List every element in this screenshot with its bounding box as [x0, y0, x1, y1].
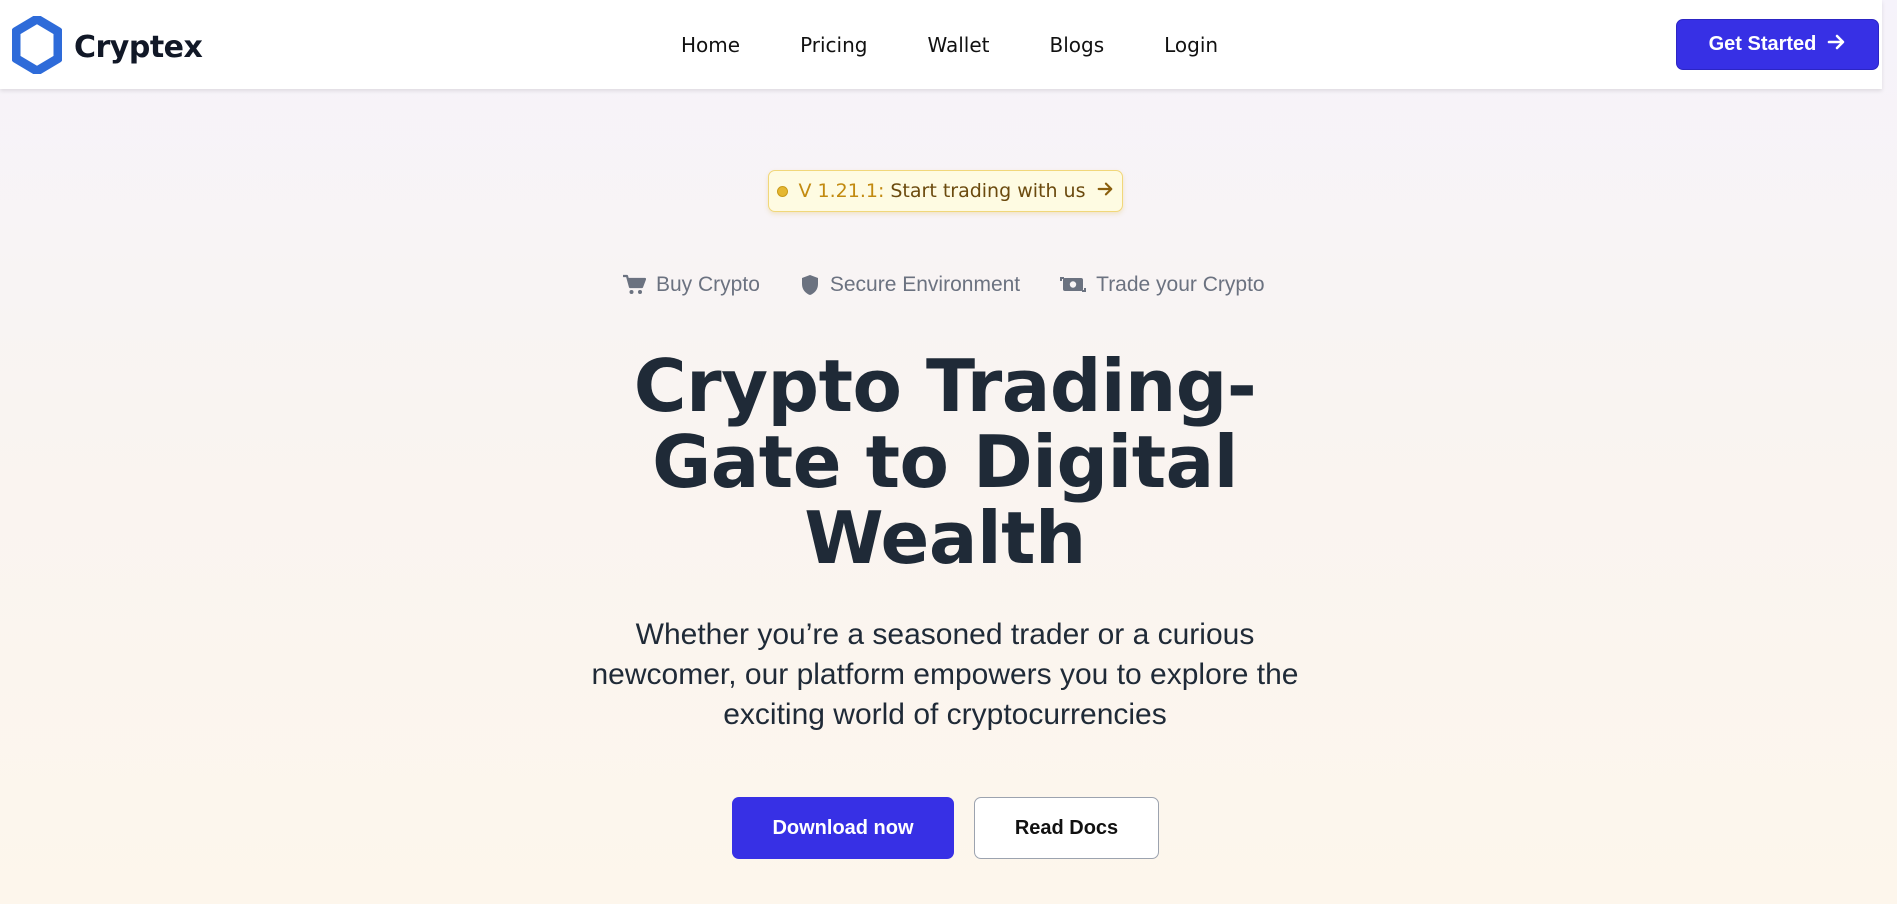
feature-trade-crypto: Trade your Crypto: [1060, 273, 1265, 297]
headline-line: Crypto Trading-: [633, 344, 1257, 428]
brand-name: Cryptex: [74, 30, 203, 65]
nav-wallet[interactable]: Wallet: [927, 30, 989, 60]
description-line: newcomer, our platform empowers you to e…: [591, 658, 1299, 691]
read-docs-button[interactable]: Read Docs: [974, 797, 1159, 859]
version-text: V 1.21.1:: [798, 180, 885, 202]
feature-label: Buy Crypto: [656, 273, 760, 296]
hexagon-logo-icon: [11, 14, 63, 79]
cart-icon: [622, 274, 646, 296]
headline-line: Wealth: [804, 496, 1086, 580]
get-started-label: Get Started: [1708, 33, 1817, 55]
version-badge[interactable]: V 1.21.1: Start trading with us: [768, 170, 1123, 212]
shield-icon: [800, 274, 820, 296]
feature-buy-crypto: Buy Crypto: [622, 273, 760, 297]
nav-pricing[interactable]: Pricing: [800, 30, 867, 60]
money-exchange-icon: [1060, 274, 1087, 296]
feature-list: Buy Crypto Secure Environment Trade your…: [622, 273, 1265, 297]
status-dot-icon: [777, 185, 789, 197]
nav-home[interactable]: Home: [681, 30, 740, 60]
feature-secure-environment: Secure Environment: [800, 273, 1020, 297]
nav-blogs[interactable]: Blogs: [1050, 30, 1105, 60]
hero-description: Whether you’re a seasoned trader or a cu…: [540, 615, 1350, 735]
main-nav: Home Pricing Wallet Blogs Login: [681, 30, 1218, 60]
nav-login[interactable]: Login: [1164, 30, 1218, 60]
feature-label: Secure Environment: [829, 273, 1021, 296]
description-line: Whether you’re a seasoned trader or a cu…: [635, 618, 1255, 651]
brand-logo[interactable]: Cryptex: [11, 14, 203, 79]
feature-label: Trade your Crypto: [1096, 273, 1265, 296]
description-line: exciting world of cryptocurrencies: [723, 698, 1167, 731]
top-navbar: Cryptex Home Pricing Wallet Blogs Login …: [0, 0, 1882, 89]
headline-line: Gate to Digital: [652, 420, 1238, 504]
download-now-button[interactable]: Download now: [732, 797, 954, 859]
arrow-right-icon: [1826, 32, 1846, 58]
arrow-right-icon: [1096, 179, 1114, 203]
hero-headline: Crypto Trading- Gate to Digital Wealth: [550, 348, 1340, 576]
badge-message: Start trading with us: [890, 180, 1086, 202]
get-started-button[interactable]: Get Started: [1676, 19, 1879, 70]
